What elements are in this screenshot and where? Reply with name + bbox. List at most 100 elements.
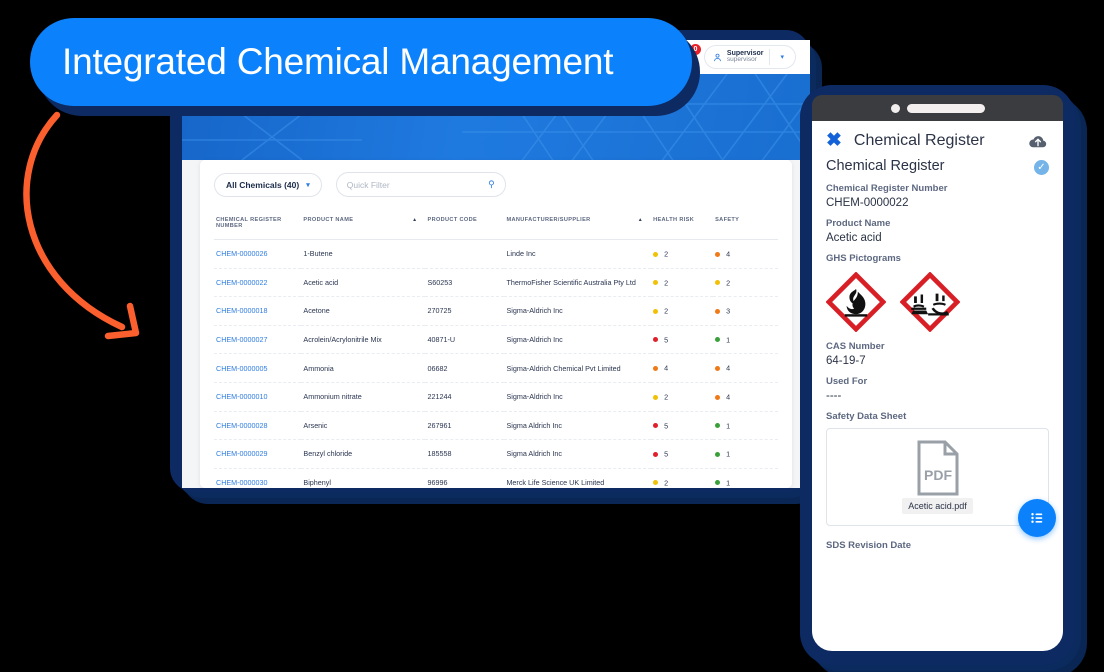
- cell-manufacturer: Sigma Aldrich Inc: [504, 411, 652, 441]
- risk-dot-icon: [715, 480, 721, 486]
- cell-register-number[interactable]: CHEM-0000005: [214, 353, 302, 383]
- curved-arrow-icon: [23, 111, 140, 340]
- table-row[interactable]: CHEM-0000030 Biphenyl 96996 Merck Life Scie…: [214, 468, 778, 488]
- col-health-risk[interactable]: HEALTH RISK: [651, 211, 714, 240]
- screenshot-stage: 0 Supervisor supervisor ▾ All Chemicals …: [0, 0, 1104, 672]
- risk-dot-icon: [653, 251, 659, 257]
- phone-notch: [812, 95, 1063, 121]
- field-label-ghs-pictograms: GHS Pictograms: [826, 253, 901, 264]
- cell-safety-risk: 1: [713, 411, 778, 441]
- risk-dot-icon: [715, 251, 721, 257]
- risk-value: 4: [726, 249, 731, 259]
- risk-dot-icon: [715, 280, 721, 286]
- cell-health-risk: 2: [651, 382, 714, 412]
- list-menu-icon[interactable]: [1018, 499, 1056, 537]
- banner-callout: Integrated Chemical Management: [30, 18, 692, 106]
- cell-register-number[interactable]: CHEM-0000026: [214, 239, 302, 269]
- speaker-icon: [906, 103, 985, 113]
- cell-health-risk: 2: [651, 239, 714, 269]
- col-label: HEALTH RISK: [653, 217, 695, 223]
- risk-value: 4: [726, 363, 731, 373]
- cell-register-number[interactable]: CHEM-0000028: [214, 411, 302, 441]
- cell-manufacturer: Sigma-Aldrich Inc: [504, 325, 652, 355]
- risk-value: 2: [726, 278, 731, 288]
- risk-value: 1: [726, 449, 731, 459]
- person-icon: [714, 53, 721, 61]
- col-label: SAFETY: [715, 217, 740, 223]
- cell-manufacturer: Linde Inc: [504, 239, 652, 269]
- cell-register-number[interactable]: CHEM-0000027: [214, 325, 302, 355]
- table-row[interactable]: CHEM-0000010 Ammonium nitrate 221244 Sigma-…: [214, 382, 778, 412]
- cell-register-number[interactable]: CHEM-0000018: [214, 296, 302, 326]
- risk-value: 5: [664, 335, 669, 345]
- risk-dot-icon: [653, 337, 659, 343]
- user-menu-chip[interactable]: Supervisor supervisor ▾: [703, 45, 796, 69]
- banner-text: Integrated Chemical Management: [62, 41, 614, 82]
- camera-icon: [890, 103, 900, 113]
- risk-value: 3: [726, 306, 731, 316]
- cell-health-risk: 2: [651, 468, 714, 488]
- risk-dot-icon: [715, 394, 721, 400]
- phone-detail-body: ✓ Chemical Register Chemical Register Nu…: [812, 158, 1063, 551]
- table-row[interactable]: CHEM-0000026 1-Butene Linde Inc 2 4: [214, 239, 778, 269]
- page-title: Chemical Register: [853, 131, 985, 149]
- cell-product-code: 06682: [425, 353, 505, 383]
- cell-safety-risk: 4: [713, 239, 778, 269]
- search-icon[interactable]: ⚲: [488, 179, 495, 190]
- field-label-used-for: Used For: [826, 376, 868, 387]
- col-manufacturer[interactable]: ▲ MANUFACTURER/SUPPLIER: [504, 211, 652, 240]
- panel-toolbar: All Chemicals (40) ▾ Quick Filter ⚲: [214, 172, 778, 197]
- cell-safety-risk: 1: [713, 439, 778, 469]
- chemical-register-panel: All Chemicals (40) ▾ Quick Filter ⚲ CHEM…: [200, 160, 792, 488]
- col-register-number[interactable]: CHEMICAL REGISTER NUMBER: [214, 211, 302, 240]
- close-icon[interactable]: ✖: [826, 131, 842, 150]
- cell-safety-risk: 1: [713, 468, 778, 488]
- cell-product-code: 40871-U: [425, 325, 505, 355]
- cell-product-name: Biphenyl: [301, 468, 426, 488]
- table-row[interactable]: CHEM-0000029 Benzyl chloride 185558 Sigma A…: [214, 439, 778, 469]
- quick-filter-search[interactable]: Quick Filter ⚲: [335, 172, 506, 197]
- risk-dot-icon: [653, 451, 659, 457]
- cell-register-number[interactable]: CHEM-0000010: [214, 382, 302, 412]
- table-row[interactable]: CHEM-0000022 Acetic acid S60253 ThermoFishe…: [214, 268, 778, 298]
- table-row[interactable]: CHEM-0000005 Ammonia 06682 Sigma-Aldrich Ch…: [214, 353, 778, 383]
- cell-register-number[interactable]: CHEM-0000022: [214, 268, 302, 298]
- cell-product-name: Arsenic: [301, 411, 426, 441]
- detail-section-title: Chemical Register: [826, 158, 945, 174]
- col-product-name[interactable]: ▲ PRODUCT NAME: [301, 211, 426, 240]
- cell-register-number[interactable]: CHEM-0000029: [214, 439, 302, 469]
- table-row[interactable]: CHEM-0000028 Arsenic 267961 Sigma Aldrich I…: [214, 411, 778, 441]
- cell-product-name: Acetic acid: [301, 268, 426, 298]
- risk-dot-icon: [653, 423, 659, 429]
- table-row[interactable]: CHEM-0000027 Acrolein/Acrylonitrile Mix 40…: [214, 325, 778, 355]
- cell-product-name: 1-Butene: [301, 239, 426, 269]
- cell-manufacturer: Sigma-Aldrich Chemical Pvt Limited: [504, 353, 652, 383]
- ghs-corrosion-icon: [900, 272, 960, 332]
- chip-divider: [769, 49, 771, 65]
- all-chemicals-filter-dropdown[interactable]: All Chemicals (40) ▾: [214, 172, 322, 197]
- sds-attachment-card[interactable]: PDF Acetic acid.pdf: [826, 428, 1056, 537]
- cell-safety-risk: 1: [713, 325, 778, 355]
- search-input[interactable]: Quick Filter: [347, 180, 390, 190]
- cloud-upload-icon[interactable]: [1027, 132, 1049, 150]
- cell-register-number[interactable]: CHEM-0000030: [214, 468, 302, 488]
- col-label: CHEMICAL REGISTER NUMBER: [216, 217, 282, 229]
- table-row[interactable]: CHEM-0000018 Acetone 270725 Sigma-Aldrich I…: [214, 296, 778, 326]
- risk-value: 5: [664, 421, 669, 431]
- risk-dot-icon: [653, 365, 659, 371]
- col-safety-risk[interactable]: SAFETY: [713, 211, 778, 240]
- chevron-down-icon[interactable]: ▾: [776, 53, 788, 61]
- cell-safety-risk: 4: [713, 382, 778, 412]
- cell-product-name: Benzyl chloride: [301, 439, 426, 469]
- col-product-code[interactable]: PRODUCT CODE: [425, 211, 505, 240]
- col-label: PRODUCT NAME: [303, 217, 354, 223]
- sort-asc-icon: ▲: [637, 217, 644, 223]
- risk-value: 4: [664, 363, 669, 373]
- cell-product-name: Ammonium nitrate: [301, 382, 426, 412]
- cell-product-code: 221244: [425, 382, 505, 412]
- col-label: MANUFACTURER/SUPPLIER: [506, 217, 591, 223]
- table-header: CHEMICAL REGISTER NUMBER ▲ PRODUCT NAME P…: [214, 211, 778, 240]
- field-label-product-name: Product Name: [826, 218, 891, 229]
- risk-dot-icon: [715, 423, 721, 429]
- risk-dot-icon: [715, 337, 721, 343]
